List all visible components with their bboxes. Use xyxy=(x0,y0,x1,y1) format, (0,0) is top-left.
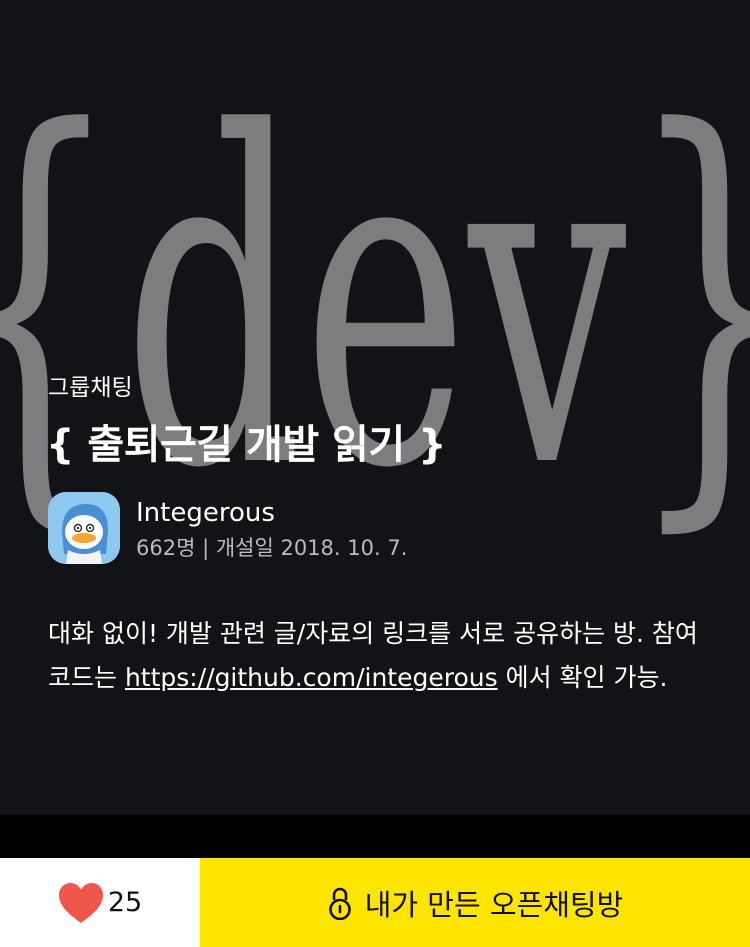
join-room-button[interactable]: 내가 만든 오픈채팅방 xyxy=(200,858,750,947)
cover-dev-text: {dev} xyxy=(0,39,750,568)
room-meta: 662명 | 개설일 2018. 10. 7. xyxy=(136,536,408,560)
room-title: { 출퇴근길 개발 읽기 } xyxy=(46,422,447,468)
owner-avatar[interactable] xyxy=(48,492,120,564)
room-category: 그룹채팅 xyxy=(48,375,133,401)
divider xyxy=(0,815,750,858)
heart-icon xyxy=(58,882,103,923)
like-count: 25 xyxy=(107,887,143,918)
like-button[interactable]: 25 xyxy=(0,858,200,947)
owner-name[interactable]: Integerous xyxy=(136,498,275,528)
room-cover: {dev} 그룹채팅 { 출퇴근길 개발 읽기 } Integerous 662… xyxy=(0,0,750,815)
lock-icon xyxy=(328,887,351,920)
bottom-bar: 25 내가 만든 오픈채팅방 xyxy=(0,858,750,947)
github-link[interactable]: https://github.com/integerous xyxy=(125,663,498,692)
room-description: 대화 없이! 개발 관련 글/자료의 링크를 서로 공유하는 방. 참여코드는 … xyxy=(48,612,708,700)
description-text-2: 에서 확인 가능. xyxy=(497,663,668,692)
join-room-label: 내가 만든 오픈채팅방 xyxy=(364,887,624,922)
duck-avatar-icon xyxy=(48,492,120,564)
